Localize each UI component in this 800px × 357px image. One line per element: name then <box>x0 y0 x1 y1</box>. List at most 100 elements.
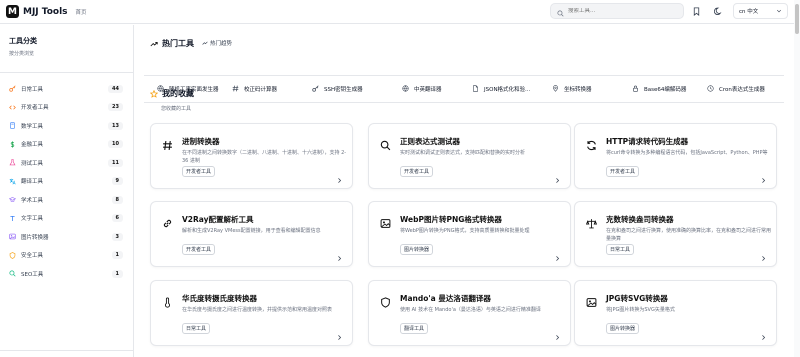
sidebar-item-count: 11 <box>108 158 123 167</box>
shield-icon <box>9 251 16 259</box>
tool-card-category-tag[interactable]: 图片转换器 <box>400 244 434 255</box>
sidebar-item-label: 开发者工具 <box>21 105 49 111</box>
search-icon <box>380 140 391 151</box>
image-icon <box>586 298 597 307</box>
sidebar-item-label: 图片转换器 <box>21 234 49 241</box>
brand-name[interactable]: MJJ Tools <box>23 7 68 17</box>
sidebar-item-label: 文字工具 <box>21 216 44 222</box>
sidebar-item-label: 测试工具 <box>21 160 44 167</box>
chevron-right-icon <box>556 335 560 340</box>
tool-card-title: HTTP请求转代码生成器 <box>606 137 689 146</box>
tool-card[interactable]: 正则表达式测试器 实时测试和调试正则表达式，支持匹配和替换的实时分析 开发者工具 <box>368 123 571 189</box>
key-icon <box>9 85 16 92</box>
bookmark-icon <box>693 7 700 16</box>
star-icon <box>150 89 158 98</box>
key-icon <box>312 85 319 92</box>
chevron-right-icon <box>762 335 766 340</box>
hot-tool-chip[interactable]: SSH密钥生成器 <box>312 82 363 95</box>
tool-card-title: V2Ray配置解析工具 <box>182 215 254 224</box>
sidebar-item[interactable]: 测试工具 11 <box>6 156 126 169</box>
tool-card[interactable]: JPG转SVG转换器 将JPG图片转换为SVG矢量格式 图片转换器 <box>574 280 777 346</box>
chevron-right-icon <box>338 256 342 261</box>
sidebar-item-label: 学术工具 <box>21 197 44 204</box>
tool-card-description: 在不同进制之间转换数字（二进制、八进制、十进制、十六进制），支持 2-36 进制 <box>182 150 347 164</box>
sidebar-item[interactable]: 日常工具 44 <box>6 82 126 95</box>
tool-card-category-tag[interactable]: 开发者工具 <box>400 166 434 177</box>
language-select[interactable]: cn 中文 <box>733 3 788 19</box>
trending-icon <box>202 41 208 45</box>
lock-icon <box>633 85 638 92</box>
tool-card-category-tag[interactable]: 日常工具 <box>182 323 211 334</box>
tool-card-category-tag[interactable]: 开发者工具 <box>606 166 640 177</box>
dollar-icon <box>10 140 15 148</box>
tool-card-category-tag[interactable]: 开发者工具 <box>182 166 216 177</box>
search-input[interactable] <box>568 8 668 14</box>
tool-card-description: 将curl命令转换为多种编程语言代码，包括JavaScript、Python、P… <box>606 150 768 156</box>
sidebar-item[interactable]: 开发者工具 23 <box>6 101 126 114</box>
sidebar-item-label: 安全工具 <box>21 253 44 259</box>
hot-tool-chip[interactable]: 坐标转换器 <box>552 82 592 95</box>
sidebar-item-count: 23 <box>108 103 123 111</box>
hot-tool-label: 校正码计算器 <box>244 86 278 93</box>
sidebar-item[interactable]: 金融工具 10 <box>6 138 126 151</box>
home-link[interactable]: 首页 <box>76 8 87 16</box>
logo[interactable]: M <box>6 5 19 18</box>
tool-card-category-tag[interactable]: 图片转换器 <box>606 323 640 334</box>
sidebar-item[interactable]: 数学工具 13 <box>6 119 126 132</box>
clock-icon <box>707 85 714 92</box>
divider <box>0 350 134 351</box>
sidebar-item-count: 10 <box>108 140 123 148</box>
search-box[interactable] <box>550 3 684 19</box>
tool-card-category-tag[interactable]: 翻译工具 <box>400 323 429 334</box>
refresh-icon <box>587 140 596 151</box>
tool-card-category-tag[interactable]: 开发者工具 <box>182 244 216 255</box>
sidebar-item[interactable]: 图片转换器 3 <box>6 230 126 243</box>
chevron-right-icon <box>556 178 560 183</box>
tool-card-title: Mando'a 曼达洛语翻译器 <box>400 294 491 303</box>
sidebar: 工具分类 按分类浏览 日常工具 44 开发者工具 23 数学工具 13 金融工具 10 测试工具… <box>0 25 134 357</box>
sidebar-subtitle: 按分类浏览 <box>9 51 35 57</box>
theme-toggle-button[interactable] <box>713 6 724 17</box>
sidebar-item[interactable]: 安全工具 1 <box>6 249 126 262</box>
hot-tool-chip[interactable]: JSON格式化和验... <box>472 82 530 95</box>
shield-icon <box>381 297 390 308</box>
hot-tool-chip[interactable]: Cron表达式生成器 <box>707 82 765 95</box>
chevron-down-icon <box>776 9 782 13</box>
sidebar-item-count: 9 <box>111 177 123 185</box>
sidebar-item[interactable]: 翻译工具 9 <box>6 175 126 188</box>
sidebar-item[interactable]: 文字工具 6 <box>6 212 126 225</box>
scrollbar[interactable] <box>794 0 800 357</box>
hot-tool-label: JSON格式化和验... <box>484 86 531 93</box>
tool-card-title: 华氏度转摄氏度转换器 <box>182 294 257 303</box>
tool-card-title: 正则表达式测试器 <box>400 137 460 146</box>
sidebar-item[interactable]: 学术工具 8 <box>6 193 126 206</box>
tool-card[interactable]: 克数转换盎司转换器 在克和盎司之间进行换算，使用准确的换算比率，在克和盎司之间进行… <box>574 201 777 267</box>
scrollbar-thumb[interactable] <box>795 4 799 34</box>
tool-card[interactable]: 进制转换器 在不同进制之间转换数字（二进制、八进制、十进制、十六进制），支持 2-… <box>150 123 353 189</box>
sidebar-item-count: 8 <box>111 195 123 204</box>
tool-card-title: WebP图片转PNG格式转换器 <box>400 215 502 224</box>
tool-card-category-tag[interactable]: 日常工具 <box>606 244 635 255</box>
hot-tool-label: Base64编解码器 <box>644 86 687 93</box>
hot-tool-chip[interactable]: 中英翻译器 <box>402 82 442 95</box>
language-label: 中文 <box>747 9 759 15</box>
bookmark-button[interactable] <box>691 6 702 17</box>
sidebar-item-label: 数学工具 <box>21 123 44 130</box>
tool-card-description: 在克和盎司之间进行换算，使用准确的换算比率，在克和盎司之间进行常用量换算 <box>606 228 772 242</box>
favorites-heading: 我的收藏 <box>150 88 194 99</box>
hash-icon <box>232 85 239 92</box>
tool-card[interactable]: WebP图片转PNG格式转换器 将WebP图片转换为PNG格式，支持高质量转换和批… <box>368 201 571 267</box>
hot-tool-chip[interactable]: Base64编解码器 <box>632 82 686 95</box>
tool-card[interactable]: HTTP请求转代码生成器将curl命令转换为多种编程语言代码，包括JavaScr… <box>574 123 777 189</box>
search-icon <box>557 2 564 21</box>
translate-icon <box>9 178 16 184</box>
calculator-icon <box>10 122 15 129</box>
tool-card[interactable]: V2Ray配置解析工具 解析和生成V2Ray VMess配置链接，用于查看和编辑配… <box>150 201 353 267</box>
sidebar-item[interactable]: SEO工具 1 <box>6 267 126 280</box>
trending-icon <box>150 41 158 46</box>
tool-card[interactable]: 华氏度转摄氏度转换器 在华氏度与摄氏度之间进行温度转换，并提供示范和常用温度对照表… <box>150 280 353 346</box>
flask-icon <box>9 159 16 166</box>
tool-card[interactable]: Mando'a 曼达洛语翻译器 使用 AI 技术在 Mando'a（曼达洛语）与英… <box>368 280 571 346</box>
sidebar-item-count: 1 <box>111 251 123 259</box>
hot-tool-chip[interactable]: 校正码计算器 <box>232 82 277 95</box>
